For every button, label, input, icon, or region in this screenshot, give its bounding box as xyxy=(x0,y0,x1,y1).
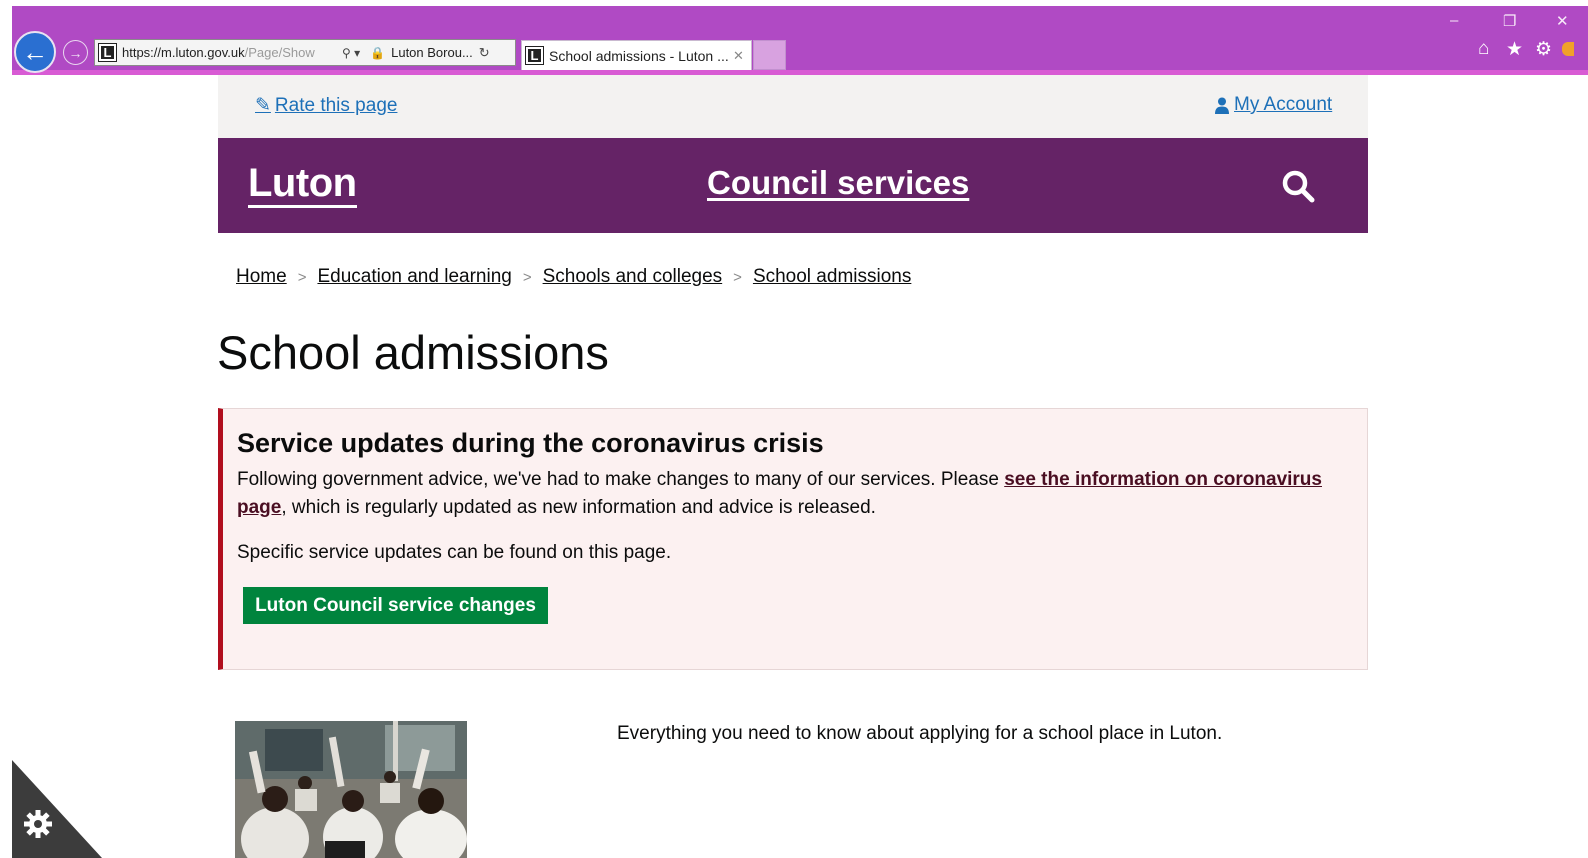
my-account-link[interactable]: My Account xyxy=(1215,94,1332,116)
search-dropdown-icon[interactable]: ⚲ ▾ xyxy=(342,46,360,60)
rate-label: Rate this page xyxy=(274,94,398,116)
breadcrumb-education[interactable]: Education and learning xyxy=(317,266,511,288)
breadcrumb-separator: > xyxy=(522,268,532,286)
site-identity[interactable]: Luton Borou... xyxy=(391,45,473,60)
breadcrumb: Home > Education and learning > Schools … xyxy=(236,266,911,288)
arrow-right-icon: → xyxy=(68,44,83,61)
council-services-link[interactable]: Council services xyxy=(707,164,969,202)
notice-text-before: Following government advice, we've had t… xyxy=(237,469,1005,490)
back-button[interactable]: ← xyxy=(14,31,56,73)
url-path: /Page/Show xyxy=(244,45,315,60)
lock-icon[interactable]: 🔒 xyxy=(370,46,385,60)
search-icon[interactable] xyxy=(1280,168,1316,204)
notice-text-2: Specific service updates can be found on… xyxy=(237,542,672,563)
url-scheme: https:// xyxy=(122,45,162,60)
arrow-left-icon: ← xyxy=(22,37,48,67)
luton-logo[interactable]: Luton xyxy=(248,162,357,208)
forward-button[interactable]: → xyxy=(63,40,88,65)
window-close-icon[interactable]: ✕ xyxy=(1556,12,1569,30)
tab-school-admissions[interactable]: L School admissions - Luton ... ✕ xyxy=(521,40,752,70)
new-tab-button[interactable] xyxy=(753,40,786,70)
notice-text-after: , which is regularly updated as new info… xyxy=(281,497,876,518)
page-intro: Everything you need to know about applyi… xyxy=(617,723,1223,744)
breadcrumb-schools[interactable]: Schools and colleges xyxy=(543,266,723,288)
site-favicon-icon: L xyxy=(98,43,117,62)
account-label: My Account xyxy=(1234,94,1333,115)
minimize-icon[interactable]: – xyxy=(1450,12,1458,29)
notice-text: Following government advice, we've had t… xyxy=(237,466,1337,522)
pencil-icon: ✎ xyxy=(255,95,271,116)
breadcrumb-admissions[interactable]: School admissions xyxy=(753,266,911,288)
service-changes-button[interactable]: Luton Council service changes xyxy=(243,587,548,624)
user-icon xyxy=(1215,97,1229,114)
breadcrumb-home[interactable]: Home xyxy=(236,266,287,288)
address-url[interactable]: https://m.luton.gov.uk/Page/Show xyxy=(122,45,338,60)
breadcrumb-separator: > xyxy=(297,268,307,286)
tab-favicon-icon: L xyxy=(525,46,544,65)
rate-this-page-link[interactable]: ✎ Rate this page xyxy=(255,94,397,117)
extension-icon[interactable] xyxy=(1562,42,1574,56)
gear-icon[interactable]: ⚙ xyxy=(1535,38,1552,61)
restore-icon[interactable]: ❐ xyxy=(1503,12,1516,30)
address-bar[interactable]: L https://m.luton.gov.uk/Page/Show ⚲ ▾ 🔒… xyxy=(94,39,516,66)
browser-window: ← → L https://m.luton.gov.uk/Page/Show ⚲… xyxy=(0,0,1588,858)
close-icon[interactable]: ✕ xyxy=(733,48,744,64)
tab-title: School admissions - Luton ... xyxy=(549,47,729,64)
classroom-photo xyxy=(235,721,467,858)
star-icon[interactable]: ★ xyxy=(1506,38,1523,61)
url-host: m.luton.gov.uk xyxy=(161,45,245,60)
breadcrumb-separator: > xyxy=(733,268,742,286)
page-title: School admissions xyxy=(217,326,609,379)
notice-heading: Service updates during the coronavirus c… xyxy=(237,428,824,458)
home-icon[interactable]: ⌂ xyxy=(1478,38,1489,60)
refresh-icon[interactable]: ↻ xyxy=(479,45,490,61)
settings-gear-icon[interactable] xyxy=(22,808,54,840)
